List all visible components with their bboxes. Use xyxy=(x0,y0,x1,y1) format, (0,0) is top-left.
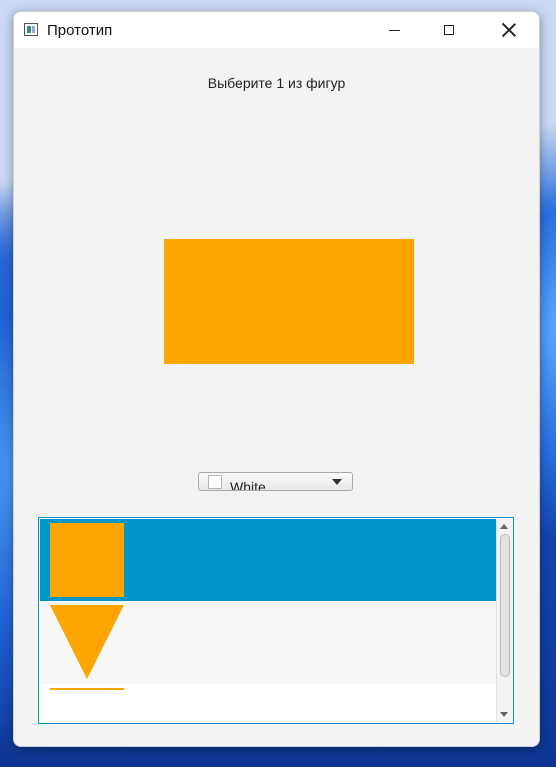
shape-list[interactable] xyxy=(38,517,514,724)
minimize-button[interactable] xyxy=(371,12,417,48)
close-icon xyxy=(502,23,516,37)
title-bar[interactable]: Прототип xyxy=(14,12,539,48)
color-combo-value: White xyxy=(230,479,266,491)
dropdown-arrow-icon xyxy=(332,479,342,485)
triangle-shape xyxy=(50,605,124,679)
line-shape xyxy=(50,688,124,690)
instruction-label: Выберите 1 из фигур xyxy=(207,75,346,91)
scroll-up-arrow-icon[interactable] xyxy=(500,524,508,529)
color-swatch xyxy=(208,475,222,489)
list-item-line[interactable] xyxy=(40,684,497,723)
app-icon xyxy=(24,23,38,36)
window-title: Прототип xyxy=(47,22,113,39)
list-item-triangle[interactable] xyxy=(40,602,497,684)
maximize-icon xyxy=(444,25,454,35)
color-combo-box[interactable]: White xyxy=(198,472,353,491)
scroll-down-arrow-icon[interactable] xyxy=(500,712,508,717)
list-scrollbar[interactable] xyxy=(496,519,512,722)
app-window: Прототип Выберите 1 из фигур White xyxy=(13,11,540,747)
scrollbar-thumb[interactable] xyxy=(500,534,510,677)
shape-preview xyxy=(164,239,414,364)
close-button[interactable] xyxy=(486,12,532,48)
maximize-button[interactable] xyxy=(426,12,472,48)
minimize-icon xyxy=(388,29,400,31)
square-shape xyxy=(50,523,124,597)
list-item-square[interactable] xyxy=(40,519,497,601)
